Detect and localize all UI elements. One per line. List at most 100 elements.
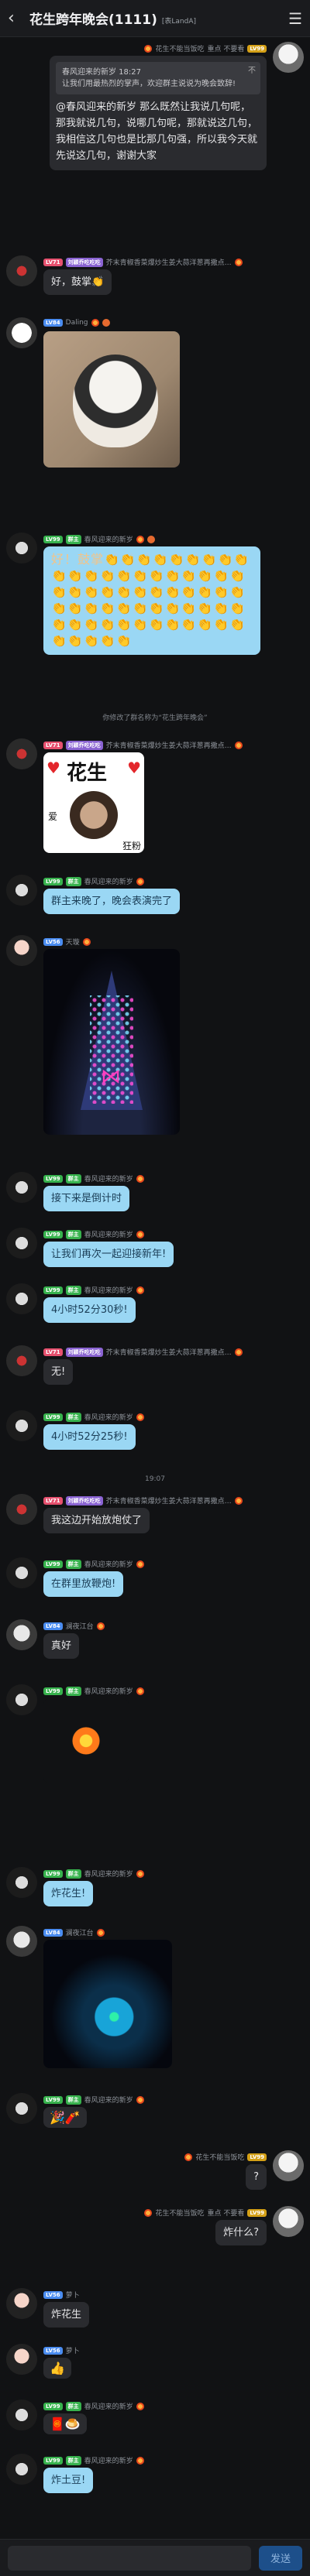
sender-meta: LV99 重点 不要看 花生不能当饭吃 xyxy=(144,2208,267,2218)
message-bubble[interactable]: 4小时52分25秒! xyxy=(43,1424,136,1450)
avatar[interactable] xyxy=(6,533,37,564)
avatar[interactable] xyxy=(6,1345,37,1376)
fire-icon xyxy=(91,319,99,327)
face-figure xyxy=(70,791,118,839)
avatar[interactable] xyxy=(273,42,304,73)
fire-icon xyxy=(136,1174,144,1183)
level-badge: LV56 xyxy=(43,2346,63,2355)
sender-meta: LV99 群主 春风迎来的新岁 xyxy=(43,1686,144,1696)
fire-icon xyxy=(144,2208,153,2217)
fire-icon xyxy=(234,258,243,266)
avatar[interactable] xyxy=(6,1228,37,1259)
sender-meta: LV99 群主 春风迎来的新岁 xyxy=(43,1229,144,1239)
fire-icon xyxy=(234,1348,243,1356)
firecracker-sticker xyxy=(43,1698,129,1783)
message-bubble[interactable]: 炸花生! xyxy=(43,1881,94,1906)
sender-name: 春风迎来的新岁 xyxy=(84,879,133,886)
message-bubble[interactable]: 炸花生 xyxy=(43,2302,90,2328)
send-button[interactable]: 发送 xyxy=(259,2545,302,2571)
gem-icon xyxy=(146,535,155,543)
message-bubble[interactable]: 好！鼓掌👏👏👏👏👏👏👏👏👏👏👏👏👏👏👏👏👏👏👏👏👏👏👏👏👏👏👏👏👏👏👏👏👏👏👏👏… xyxy=(43,546,260,655)
message-bubble[interactable]: 无! xyxy=(43,1359,74,1385)
message-item: LV71 刘颖乔吃吃吃 芥末青椒香菜爆炒生姜大蒜洋葱再撒点… 无! xyxy=(0,1345,310,1393)
title-badge: 群主 xyxy=(65,1229,81,1239)
heart-icon: ♥ xyxy=(46,759,60,777)
message-bubble[interactable]: 接下来是倒计时 xyxy=(43,1186,130,1211)
sender-name: 萝卜 xyxy=(65,2348,80,2355)
christmas-tree-photo: ⋈ xyxy=(43,949,180,1135)
sender-meta: LV99 群主 春风迎来的新岁 xyxy=(43,534,155,544)
reply-bubble[interactable]: 春风迎来的新岁 18:27 不 让我们用最热烈的掌声，欢迎群主说说为晚会致辞! … xyxy=(50,56,267,170)
sticker-message[interactable] xyxy=(43,1698,129,1783)
message-item: LV99 群主 春风迎来的新岁 4小时52分25秒! xyxy=(0,1410,310,1458)
image-message[interactable] xyxy=(43,1940,172,2068)
title-badge: 刘颖乔吃吃吃 xyxy=(65,740,103,750)
message-bubble[interactable]: 我这边开始放炮仗了 xyxy=(43,1508,150,1533)
message-bubble[interactable]: 4小时52分30秒! xyxy=(43,1297,136,1323)
avatar[interactable] xyxy=(6,1926,37,1957)
avatar[interactable] xyxy=(6,1410,37,1441)
sender-meta: LV84 澜夜江台 xyxy=(43,1621,105,1631)
avatar[interactable] xyxy=(6,1557,37,1588)
message-input[interactable] xyxy=(8,2545,251,2571)
avatar[interactable] xyxy=(6,1867,37,1898)
message-bubble[interactable]: 好，鼓掌👏 xyxy=(43,269,112,295)
message-item: LV84 澜夜江台 真好 xyxy=(0,1619,310,1669)
avatar[interactable] xyxy=(6,2454,37,2485)
level-badge: LV99 xyxy=(43,2095,63,2104)
message-item: LV84 Daling xyxy=(0,317,310,480)
sender-meta: LV99 群主 春风迎来的新岁 xyxy=(43,1173,144,1184)
sender-title: 重点 不要看 xyxy=(207,46,245,53)
level-badge: LV71 xyxy=(43,741,63,749)
message-item: LV56 萝卜 👍 xyxy=(0,2344,310,2390)
title-badge: 群主 xyxy=(65,2401,81,2411)
avatar[interactable] xyxy=(6,2093,37,2124)
sender-name: 春风迎来的新岁 xyxy=(84,2097,133,2105)
message-bubble[interactable]: 炸什么? xyxy=(215,2220,267,2245)
message-bubble[interactable]: 👍 xyxy=(43,2358,71,2379)
avatar[interactable] xyxy=(6,1172,37,1203)
cat-figure xyxy=(73,355,158,447)
title-badge: 群主 xyxy=(65,1173,81,1184)
avatar[interactable] xyxy=(6,2344,37,2375)
message-bubble[interactable]: 炸土豆! xyxy=(43,2468,94,2493)
sticker-message[interactable]: ♥ ♥ 花生 爱 狂粉 xyxy=(43,752,144,853)
message-bubble[interactable]: 🧧🍮 xyxy=(43,2413,87,2434)
quoted-message[interactable]: 春风迎来的新岁 18:27 不 让我们用最热烈的掌声，欢迎群主说说为晚会致辞! xyxy=(56,62,260,94)
huasheng-sticker: ♥ ♥ 花生 爱 狂粉 xyxy=(43,752,144,853)
avatar[interactable] xyxy=(273,2206,304,2237)
avatar[interactable] xyxy=(6,255,37,286)
avatar[interactable] xyxy=(6,317,37,348)
back-icon[interactable]: ‹ xyxy=(8,9,26,28)
message-feed[interactable]: LV99 重点 不要看 花生不能当饭吃 春风迎来的新岁 18:27 不 让我们用… xyxy=(0,37,310,2539)
message-bubble[interactable]: 让我们再次一起迎接新年! xyxy=(43,1242,174,1267)
avatar[interactable] xyxy=(6,1684,37,1715)
title-badge: 群主 xyxy=(65,1686,81,1696)
message-text: 好！鼓掌👏👏👏👏👏👏👏👏👏👏👏👏👏👏👏👏👏👏👏👏👏👏👏👏👏👏👏👏👏👏👏👏👏👏👏👏… xyxy=(51,552,250,648)
avatar[interactable] xyxy=(6,2288,37,2319)
message-bubble[interactable]: 群主来晚了，晚会表演完了 xyxy=(43,889,181,914)
message-bubble[interactable]: 🎉🧨 xyxy=(43,2107,87,2128)
avatar[interactable] xyxy=(6,875,37,906)
level-badge: LV84 xyxy=(43,319,63,327)
avatar[interactable] xyxy=(6,2400,37,2430)
fireworks-photo xyxy=(43,1940,172,2068)
title-badge: 群主 xyxy=(65,2095,81,2105)
avatar[interactable] xyxy=(6,1494,37,1525)
avatar[interactable] xyxy=(273,2150,304,2181)
avatar[interactable] xyxy=(6,1619,37,1650)
avatar[interactable] xyxy=(6,935,37,966)
sender-meta: LV99 群主 春风迎来的新岁 xyxy=(43,876,144,886)
image-message[interactable] xyxy=(43,331,180,468)
fire-icon xyxy=(136,1286,144,1294)
message-bubble[interactable]: ? xyxy=(246,2164,267,2190)
avatar[interactable] xyxy=(6,738,37,769)
sender-name: 春风迎来的新岁 xyxy=(84,1231,133,1239)
sender-name: 花生不能当饭吃 xyxy=(155,46,205,53)
sender-meta: LV84 Daling xyxy=(43,319,110,327)
image-message[interactable]: ⋈ xyxy=(43,949,180,1135)
avatar[interactable] xyxy=(6,1283,37,1314)
menu-icon[interactable]: ☰ xyxy=(288,9,302,28)
message-bubble[interactable]: 在群里放鞭炮! xyxy=(43,1571,124,1597)
message-bubble[interactable]: 真好 xyxy=(43,1633,80,1659)
